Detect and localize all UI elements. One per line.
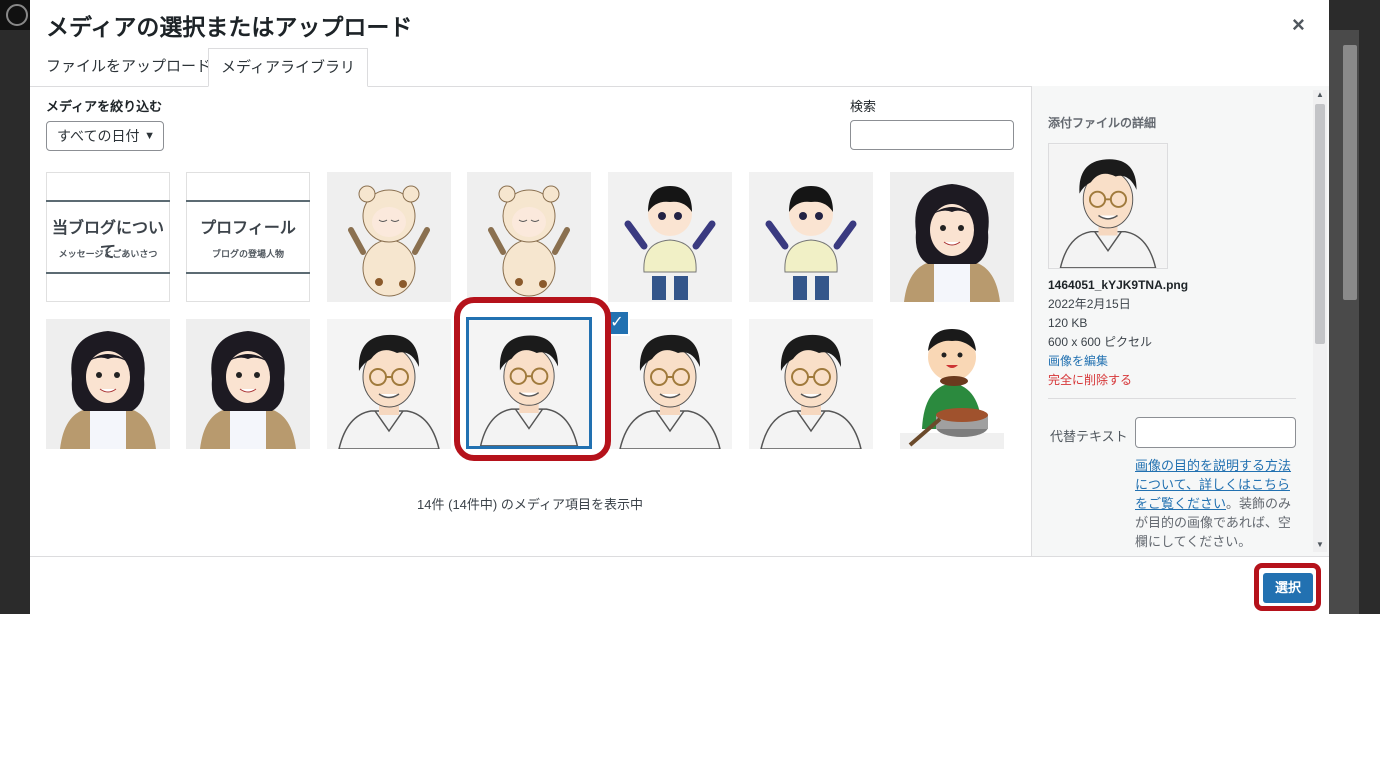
man-with-glasses-image <box>327 319 451 449</box>
tab-upload-files[interactable]: ファイルをアップロード <box>34 48 223 86</box>
tab-media-library[interactable]: メディアライブラリ <box>208 48 368 87</box>
woman-image <box>46 319 170 449</box>
man-with-glasses-image <box>1049 144 1167 268</box>
baby-bear-image <box>467 172 591 302</box>
media-count-text: 14件 (14件中) のメディア項目を表示中 <box>417 497 643 512</box>
sidebar-scrollbar[interactable]: ▲ ▼ <box>1313 90 1327 552</box>
scrollbar-thumb[interactable] <box>1315 104 1325 344</box>
attachment-thumb-baby-bear-2[interactable] <box>467 172 591 302</box>
thumb-card-subtitle: ブログの登場人物 <box>211 249 284 259</box>
delete-permanently-link[interactable]: 完全に削除する <box>1048 371 1188 390</box>
chevron-down-icon: ▼ <box>144 130 155 142</box>
filter-label: メディアを絞り込む <box>46 99 163 114</box>
woman-image <box>890 172 1014 302</box>
attachment-thumb-woman-3[interactable] <box>186 319 310 449</box>
thumb-card-title: プロフィール <box>200 220 296 237</box>
search-label: 検索 <box>850 99 877 114</box>
attachment-preview <box>1048 143 1168 269</box>
attachment-thumb-profile[interactable]: プロフィール ブログの登場人物 <box>186 172 310 302</box>
attachment-thumb-about[interactable]: 当ブログについて メッセージとごあいさつ <box>46 172 170 302</box>
man-with-glasses-image <box>749 319 873 449</box>
cooking-man-image <box>890 319 1014 449</box>
attachment-thumb-man-3[interactable] <box>608 319 732 449</box>
attachment-thumb-woman-2[interactable] <box>46 319 170 449</box>
page-scrollbar[interactable] <box>1329 30 1359 614</box>
modal-title: メディアの選択またはアップロード <box>46 14 413 40</box>
edit-image-link[interactable]: 画像を編集 <box>1048 352 1188 371</box>
alt-text-help: 画像の目的を説明する方法について、詳しくはこちらをご覧ください。装飾のみが目的の… <box>1135 456 1295 551</box>
attachment-thumb-boy-1[interactable] <box>608 172 732 302</box>
woman-image <box>186 319 310 449</box>
attachment-thumb-woman-1[interactable] <box>890 172 1014 302</box>
scroll-up-icon[interactable]: ▲ <box>1313 90 1327 102</box>
selection-highlight-ring <box>454 297 611 461</box>
attachment-details-heading: 添付ファイルの詳細 <box>1048 116 1157 130</box>
attachment-thumb-boy-2[interactable] <box>749 172 873 302</box>
alt-text-input[interactable] <box>1135 417 1296 448</box>
divider <box>1048 398 1296 399</box>
attachment-dimensions: 600 x 600 ピクセル <box>1048 335 1153 349</box>
attachment-size: 120 KB <box>1048 316 1088 330</box>
modal-toolbar <box>30 556 1329 615</box>
alt-text-label: 代替テキスト <box>1050 429 1128 444</box>
date-filter-value: すべての日付 <box>57 128 140 144</box>
attachment-meta: 1464051_kYJK9TNA.png 2022年2月15日 120 KB 6… <box>1048 276 1188 390</box>
attachment-filename: 1464051_kYJK9TNA.png <box>1048 278 1189 292</box>
attachment-thumb-baby-bear-1[interactable] <box>327 172 451 302</box>
close-icon[interactable]: × <box>1292 12 1305 38</box>
button-highlight-ring <box>1254 563 1321 611</box>
attachment-thumb-man-1[interactable] <box>327 319 451 449</box>
boy-image <box>749 172 873 302</box>
man-with-glasses-image <box>608 319 732 449</box>
tab-bar: ファイルをアップロード メディアライブラリ <box>30 48 1329 87</box>
thumb-card-subtitle: メッセージとごあいさつ <box>58 249 158 259</box>
date-filter-select[interactable]: すべての日付 ▼ <box>46 121 164 151</box>
boy-image <box>608 172 732 302</box>
scroll-down-icon[interactable]: ▼ <box>1313 540 1327 552</box>
attachment-date: 2022年2月15日 <box>1048 297 1131 311</box>
search-input[interactable] <box>850 120 1014 150</box>
attachment-thumb-man-4[interactable] <box>749 319 873 449</box>
media-modal: メディアの選択またはアップロード × ファイルをアップロード メディアライブラリ… <box>30 0 1329 615</box>
baby-bear-image <box>327 172 451 302</box>
attachment-details-sidebar: 添付ファイルの詳細 1464051_kYJK9TNA.png 2022年2月15… <box>1031 86 1329 556</box>
attachment-thumb-cooking[interactable] <box>890 319 1014 449</box>
wordpress-logo-icon <box>0 0 30 30</box>
